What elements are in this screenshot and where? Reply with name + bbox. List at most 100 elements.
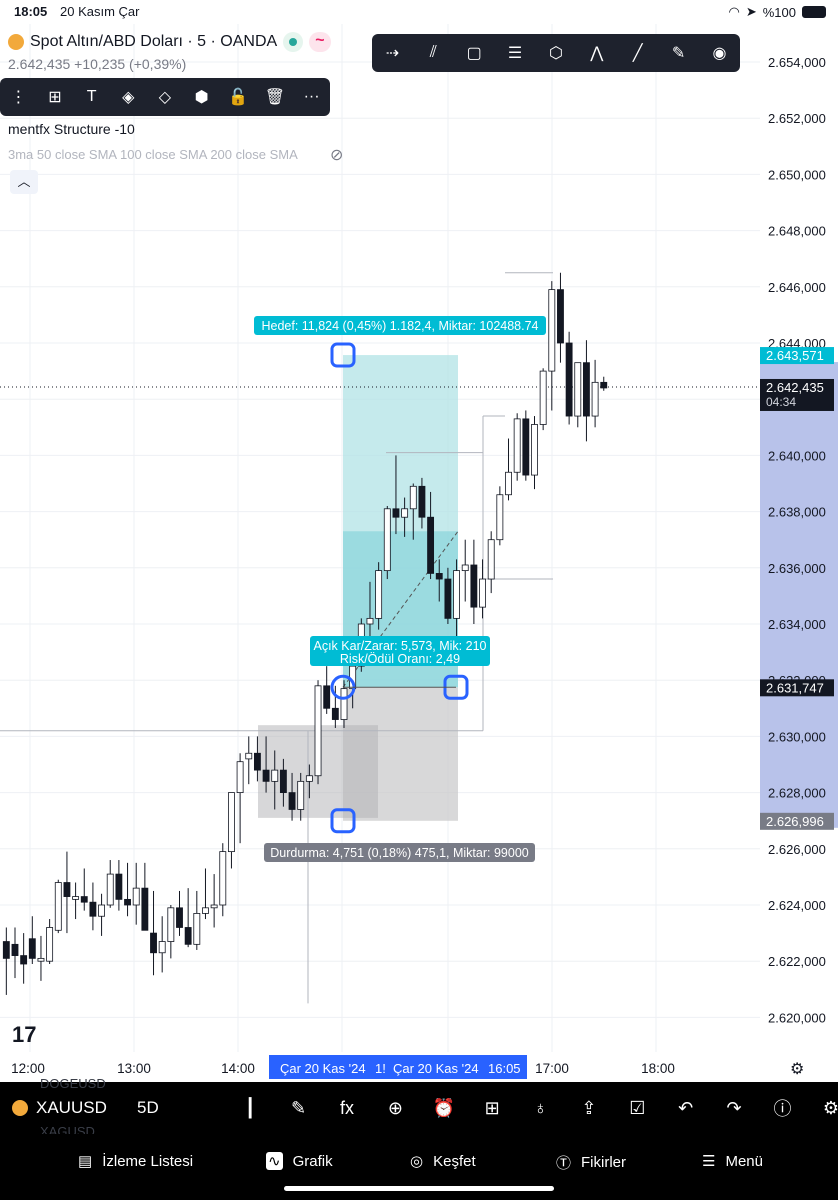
fx-icon[interactable]: fx xyxy=(323,1094,371,1122)
entry-price-label: 2.631,747 xyxy=(766,680,824,695)
indicator-structure[interactable]: mentfx Structure -10 xyxy=(8,121,135,137)
paint-bucket-icon[interactable]: ◇ xyxy=(151,83,179,111)
current-price-label: 2.642,435 xyxy=(766,380,824,395)
text-icon[interactable]: T xyxy=(78,83,106,111)
market-open-indicator xyxy=(283,32,304,52)
nav-explore-label: Keşfet xyxy=(433,1152,476,1170)
price-tick: 2.636,000 xyxy=(768,561,826,576)
candle-body xyxy=(297,780,305,810)
pen-icon[interactable]: ✎ xyxy=(274,1094,322,1122)
candle-body xyxy=(323,685,331,709)
symbol-header[interactable]: Spot Altın/ABD Doları · 5 · OANDA ~ xyxy=(8,32,331,52)
order-icon[interactable]: ☑ xyxy=(613,1094,661,1122)
candle-body xyxy=(565,342,573,417)
eye-icon[interactable]: ◉ xyxy=(705,39,733,67)
time-range-label: 1! xyxy=(375,1061,386,1076)
candle-body xyxy=(46,927,54,962)
candle-body xyxy=(80,896,88,903)
price-tick: 2.648,000 xyxy=(768,224,826,239)
horizontal-ray-icon[interactable]: ⇢ xyxy=(378,39,406,67)
candle-body xyxy=(253,752,261,771)
candles-icon[interactable]: ┃ xyxy=(226,1094,274,1122)
target-price-label: 2.643,571 xyxy=(766,348,824,363)
candle-body xyxy=(184,927,192,945)
info-icon[interactable]: ⓘ xyxy=(758,1094,806,1122)
candle-body xyxy=(539,370,547,425)
settings-icon[interactable]: ⚙ xyxy=(807,1094,838,1122)
hexagon-icon[interactable]: ⬢ xyxy=(188,83,216,111)
alarm-icon[interactable]: ⏰ xyxy=(420,1094,468,1122)
candle-body xyxy=(193,913,201,945)
candle-body xyxy=(106,873,114,906)
share-icon[interactable]: ⇪ xyxy=(565,1094,613,1122)
candle-body xyxy=(600,381,608,389)
price-axis: 2.654,000 2.652,000 2.650,000 2.648,000 2.64… xyxy=(760,55,838,1025)
candle-body xyxy=(392,508,400,518)
collapse-legend-button[interactable]: ︿ xyxy=(10,170,38,194)
candle-body xyxy=(158,941,166,954)
price-change: 2.642,435 +10,235 (+0,39%) xyxy=(8,56,187,72)
bulb-icon[interactable]: ♁ xyxy=(516,1094,564,1122)
layout-icon[interactable]: ⊞ xyxy=(468,1094,516,1122)
candle-body xyxy=(444,578,452,619)
candle-body xyxy=(115,873,123,900)
eye-off-icon[interactable]: ⊘ xyxy=(330,145,343,165)
time-tick: 14:00 xyxy=(221,1061,255,1076)
candle-body xyxy=(245,752,253,760)
candle-body xyxy=(461,564,469,572)
candle-body xyxy=(54,882,62,931)
nav-menu[interactable]: ☰ Menü xyxy=(702,1152,763,1171)
candle-body xyxy=(522,418,530,476)
price-tick: 2.652,000 xyxy=(768,111,826,126)
price-tick: 2.628,000 xyxy=(768,786,826,801)
symbol-selector[interactable]: XAUUSD xyxy=(12,1098,107,1118)
ideas-icon: Ⓣ xyxy=(556,1155,572,1172)
pnl-label: Açık Kar/Zarar: 5,573, Mik: 210Risk/Ödül… xyxy=(310,636,490,666)
redo-icon[interactable]: ↷ xyxy=(710,1094,758,1122)
zigzag-icon[interactable]: ⋀ xyxy=(583,39,611,67)
candle-body xyxy=(20,955,28,965)
text-lines-icon[interactable]: ☰ xyxy=(501,39,529,67)
more-icon[interactable]: ··· xyxy=(298,83,326,111)
status-date: 20 Kasım Çar xyxy=(60,4,140,19)
axis-settings-icon: ⚙ xyxy=(790,1061,804,1078)
nav-chart[interactable]: ∿ Grafik xyxy=(266,1152,333,1170)
rectangle-icon[interactable]: ▢ xyxy=(460,39,488,67)
lock-icon[interactable]: 🔓 xyxy=(224,83,252,111)
nav-ideas[interactable]: Ⓣ Fikirler xyxy=(556,1152,626,1173)
candle-body xyxy=(427,516,435,574)
indicator-sma[interactable]: 3ma 50 close SMA 100 close SMA 200 close… xyxy=(8,147,298,162)
candle-body xyxy=(210,904,218,909)
plus-circle-icon[interactable]: ⊕ xyxy=(371,1094,419,1122)
countdown-label: 04:34 xyxy=(766,395,796,409)
candle-body xyxy=(548,289,556,372)
candle-body xyxy=(314,685,322,777)
time-tick: 18:00 xyxy=(641,1061,675,1076)
price-tick: 2.624,000 xyxy=(768,898,826,913)
timeframe-selector[interactable]: 5D xyxy=(137,1098,159,1118)
candle-body xyxy=(418,485,426,518)
undo-icon[interactable]: ↶ xyxy=(662,1094,710,1122)
location-icon: ➤ xyxy=(745,4,757,19)
stop-price-label: 2.626,996 xyxy=(766,814,824,829)
stop-label: Durdurma: 4,751 (0,18%) 475,1, Miktar: 9… xyxy=(264,843,535,862)
ghost-symbol-top: DOGEUSD xyxy=(40,1076,106,1091)
price-chart[interactable]: Hedef: 11,824 (0,45%) 1.182,4, Miktar: 1… xyxy=(0,24,838,1082)
fill-icon[interactable]: ◈ xyxy=(114,83,142,111)
wifi-icon: ◠ xyxy=(728,4,740,19)
candle-body xyxy=(28,938,36,959)
trash-icon[interactable]: 🗑 xyxy=(261,83,289,111)
add-icon[interactable]: ⊞ xyxy=(41,83,69,111)
candle-body xyxy=(366,617,374,625)
pattern-icon[interactable]: ⬡ xyxy=(542,39,570,67)
drag-handle-icon[interactable]: ⋮ xyxy=(4,83,32,111)
trendline-icon[interactable]: ╱ xyxy=(624,39,652,67)
brush-icon[interactable]: ✎ xyxy=(665,39,693,67)
wave-icon: ~ xyxy=(309,32,331,52)
nav-explore[interactable]: ◎ Keşfet xyxy=(410,1152,476,1171)
edit-toolbar: ⋮ ⊞ T ◈ ◇ ⬢ 🔓 🗑 ··· xyxy=(0,78,330,116)
parallel-channel-icon[interactable]: ⫽ xyxy=(419,39,447,67)
nav-watchlist[interactable]: ▤ İzleme Listesi xyxy=(78,1152,193,1171)
candle-body xyxy=(98,904,106,917)
candle-body xyxy=(167,907,175,942)
